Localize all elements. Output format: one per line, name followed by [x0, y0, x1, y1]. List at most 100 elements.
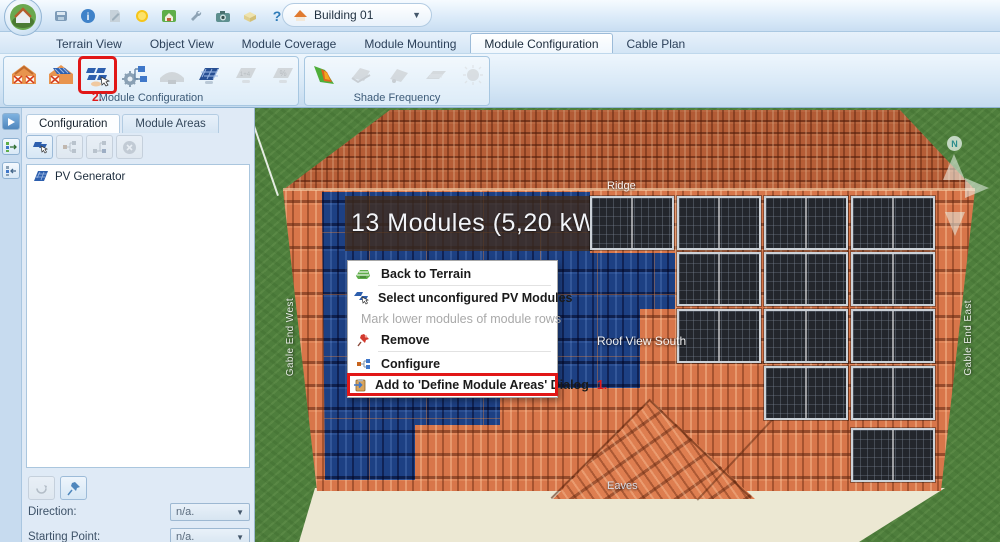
pv-module[interactable] — [851, 252, 935, 306]
shade-object-icon — [385, 62, 413, 88]
shade-frequency-button[interactable] — [307, 58, 342, 92]
menu-separator — [378, 351, 551, 352]
tab-cable-plan[interactable]: Cable Plan — [613, 33, 700, 53]
shade-sun-button[interactable] — [455, 58, 490, 92]
pv-module[interactable] — [851, 428, 935, 482]
rotate-direction-button[interactable] — [28, 476, 55, 500]
direction-value: n/a. — [176, 506, 194, 518]
tab-module-coverage[interactable]: Module Coverage — [228, 33, 351, 53]
pv-module[interactable] — [764, 309, 848, 363]
direction-dropdown[interactable]: n/a. ▼ — [170, 503, 250, 521]
configure-modules-button[interactable] — [117, 58, 152, 92]
svg-text:?: ? — [273, 8, 282, 24]
tree-item-pv-generator[interactable]: PV Generator — [27, 165, 249, 188]
panel-percent-button[interactable]: % — [265, 58, 300, 92]
menu-item-back-to-terrain[interactable]: Back to Terrain — [348, 263, 557, 284]
menu-item-mark-lower-modules: Mark lower modules of module rows — [348, 308, 557, 329]
hierarchy-tool-button[interactable] — [56, 135, 83, 159]
pv-module[interactable] — [851, 366, 935, 420]
edit-icon[interactable] — [106, 7, 124, 25]
pv-module[interactable] — [851, 309, 935, 363]
gable-end-east-label: Gable End East — [963, 300, 974, 376]
arch-icon — [158, 62, 186, 88]
module-panel-icon — [195, 62, 223, 88]
pv-module[interactable] — [590, 196, 674, 250]
select-modules-icon — [84, 62, 112, 88]
menu-item-add-to-define-module-areas[interactable]: Add to 'Define Module Areas' Dialog 1. — [348, 374, 557, 395]
shade-object-button[interactable] — [381, 58, 416, 92]
3d-viewport[interactable]: 13 Modules (5,20 kWp) Ridge Gable End We… — [255, 108, 1000, 542]
pv-module[interactable] — [764, 252, 848, 306]
pan-down-arrow[interactable] — [945, 212, 965, 236]
app-menu-button[interactable] — [4, 0, 42, 36]
wrench-icon[interactable] — [187, 7, 205, 25]
configure-gear-icon — [121, 62, 149, 88]
shade-3d-button[interactable] — [344, 58, 379, 92]
tree-back-button[interactable] — [2, 162, 20, 179]
tab-terrain-view[interactable]: Terrain View — [42, 33, 136, 53]
shade-frequency-icon — [311, 62, 339, 88]
group-caption: Shade Frequency — [305, 92, 489, 104]
pv-module[interactable] — [764, 196, 848, 250]
house-settings-icon[interactable] — [160, 7, 178, 25]
select-modules-icon — [31, 139, 49, 155]
pv-module[interactable] — [851, 196, 935, 250]
pan-right-arrow[interactable] — [965, 178, 989, 198]
annotation-step-1: 1. — [597, 378, 607, 392]
building-selector[interactable]: Building 01 ▼ — [282, 3, 432, 27]
direction-label: Direction: — [28, 506, 77, 518]
hierarchy-alt-tool-button[interactable] — [86, 135, 113, 159]
run-panel-button[interactable] — [2, 113, 20, 130]
tab-module-configuration[interactable]: Module Configuration — [470, 33, 612, 53]
tab-module-areas[interactable]: Module Areas — [122, 114, 218, 133]
tab-object-view[interactable]: Object View — [136, 33, 228, 53]
pin-starting-point-button[interactable] — [60, 476, 87, 500]
tree-arrow-left-icon — [5, 165, 18, 177]
hierarchy-icon — [62, 140, 78, 154]
menu-item-configure[interactable]: Configure — [348, 353, 557, 374]
pan-up-arrow[interactable] — [943, 154, 965, 180]
shade-3d-icon — [348, 62, 376, 88]
chevron-down-icon: ▼ — [236, 508, 244, 517]
pv-module[interactable] — [677, 252, 761, 306]
sun-icon[interactable] — [133, 7, 151, 25]
quick-access-toolbar: i ? — [52, 7, 286, 25]
tab-module-mounting[interactable]: Module Mounting — [350, 33, 470, 53]
house-modules-icon — [47, 62, 75, 88]
chevron-down-icon: ▼ — [412, 10, 421, 20]
compass-north-letter: N — [951, 139, 958, 149]
building-icon — [293, 9, 308, 22]
tab-configuration[interactable]: Configuration — [26, 114, 120, 133]
pv-module[interactable] — [764, 366, 848, 420]
pv-module[interactable] — [677, 196, 761, 250]
panel-toolbar — [26, 135, 143, 159]
panel-tabs: Configuration Module Areas — [26, 114, 219, 133]
arch-mounting-button[interactable] — [154, 58, 189, 92]
terrain-boundary-line — [255, 114, 279, 196]
clear-selection-button[interactable] — [116, 135, 143, 159]
building-selector-value: Building 01 — [314, 8, 373, 22]
tree-forward-button[interactable] — [2, 138, 20, 155]
svg-text:%: % — [279, 69, 286, 78]
menu-item-select-unconfigured[interactable]: Select unconfigured PV Modules — [348, 287, 557, 308]
compass-north-badge[interactable]: N — [947, 136, 962, 151]
menu-item-remove[interactable]: Remove — [348, 329, 557, 350]
shade-plane-button[interactable] — [418, 58, 453, 92]
camera-icon[interactable] — [214, 7, 232, 25]
panel-bottom-toolbar — [28, 476, 87, 500]
save-icon[interactable] — [52, 7, 70, 25]
house-modules-button[interactable] — [43, 58, 78, 92]
module-panel-button[interactable] — [191, 58, 226, 92]
configure-icon — [353, 358, 373, 370]
group-caption: Module Configuration — [4, 92, 298, 104]
info-icon[interactable]: i — [79, 7, 97, 25]
roof-view-south-label: Roof View South — [597, 334, 686, 348]
panel-values-button[interactable]: 1+4 — [228, 58, 263, 92]
shade-plane-icon — [422, 62, 450, 88]
pv-module[interactable] — [677, 309, 761, 363]
package-icon[interactable] — [241, 7, 259, 25]
house-coverage-button[interactable] — [6, 58, 41, 92]
select-modules-tool-button[interactable] — [26, 135, 53, 159]
starting-point-dropdown[interactable]: n/a. ▼ — [170, 528, 250, 542]
select-unconfigured-modules-button[interactable] — [80, 58, 115, 92]
